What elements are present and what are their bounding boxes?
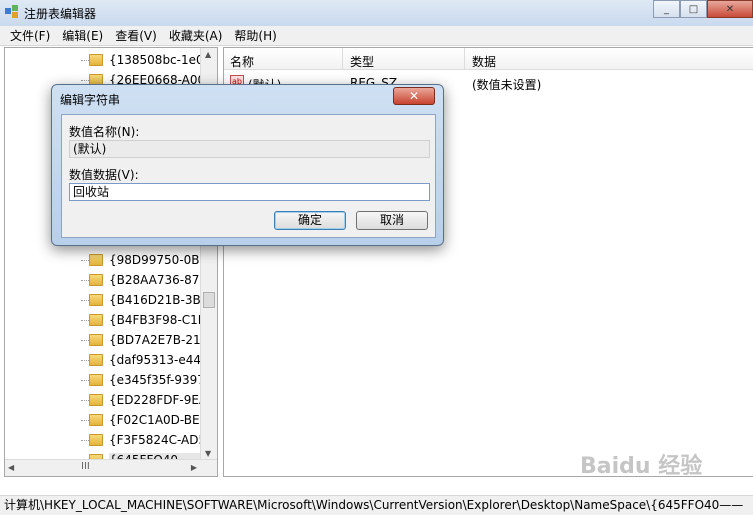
tree-item[interactable]: {B4FB3F98-C1EA — [5, 310, 214, 330]
status-bar-path: 计算机\HKEY_LOCAL_MACHINE\SOFTWARE\Microsof… — [0, 495, 753, 515]
menu-file[interactable]: 文件(F) — [4, 27, 56, 44]
folder-icon — [89, 314, 103, 326]
tree-item-label: {F02C1A0D-BE21 — [109, 413, 215, 427]
ok-button[interactable]: 确定 — [274, 211, 346, 230]
folder-icon — [89, 414, 103, 426]
column-type-header[interactable]: 类型 — [350, 53, 374, 70]
minimize-button[interactable]: _ — [653, 0, 680, 18]
tree-item[interactable]: {B28AA736-876E — [5, 270, 215, 290]
window-title: 注册表编辑器 — [24, 7, 97, 21]
scroll-right-arrow-icon[interactable]: ▶ — [191, 463, 197, 472]
column-name-header[interactable]: 名称 — [230, 53, 254, 70]
menu-favorites[interactable]: 收藏夹(A) — [163, 27, 229, 44]
tree-connector-line — [81, 399, 89, 401]
tree-item[interactable]: {daf95313-e44d- — [5, 350, 213, 370]
tree-item-label: {e345f35f-9397- — [109, 373, 210, 387]
tree-connector-line — [81, 439, 89, 441]
cancel-button[interactable]: 取消 — [356, 211, 428, 230]
tree-item[interactable]: {BD7A2E7B-21CI — [5, 330, 213, 350]
menu-bar: 文件(F) 编辑(E) 查看(V) 收藏夹(A) 帮助(H) — [0, 26, 753, 46]
tree-connector-line — [81, 359, 89, 361]
dialog-close-button[interactable]: ✕ — [393, 87, 435, 105]
tree-item-label: {B28AA736-876E — [109, 273, 215, 287]
tree-item[interactable]: {B416D21B-3B22 — [5, 290, 216, 310]
hscroll-thumb-grip[interactable]: III — [81, 461, 90, 472]
tree-item-label: {ED228FDF-9EA8 — [109, 393, 215, 407]
folder-icon — [89, 354, 103, 366]
dialog-title: 编辑字符串 — [60, 93, 121, 107]
value-name-field: (默认) — [69, 140, 430, 158]
tree-connector-line — [81, 79, 89, 81]
tree-connector-line — [81, 379, 89, 381]
tree-horizontal-scrollbar[interactable]: ◀ III ▶ — [5, 459, 217, 476]
value-name-label: 数值名称(N): — [69, 125, 140, 139]
tree-item[interactable]: {98D99750-0B8A — [5, 250, 215, 270]
row-data: (数值未设置) — [472, 78, 542, 92]
menu-view[interactable]: 查看(V) — [109, 27, 163, 44]
tree-item[interactable]: {e345f35f-9397- — [5, 370, 209, 390]
tree-connector-line — [81, 339, 89, 341]
value-data-label: 数值数据(V): — [69, 168, 139, 182]
tree-item[interactable]: {138508bc-1e03 — [5, 50, 211, 70]
folder-icon — [89, 294, 103, 306]
tree-connector-line — [81, 259, 89, 261]
folder-icon — [89, 434, 103, 446]
tree-item-label: {F3F5824C-AD58 — [109, 433, 214, 447]
folder-icon — [89, 394, 103, 406]
menu-edit[interactable]: 编辑(E) — [56, 27, 109, 44]
maximize-button[interactable]: □ — [680, 0, 707, 18]
close-button[interactable]: ✕ — [707, 0, 753, 18]
tree-connector-line — [81, 419, 89, 421]
title-bar: 注册表编辑器 _ □ ✕ — [0, 0, 753, 26]
scroll-down-arrow-icon[interactable]: ▼ — [205, 449, 211, 458]
scroll-up-arrow-icon[interactable]: ▲ — [205, 50, 211, 59]
tree-item-label: {BD7A2E7B-21CI — [109, 333, 213, 347]
tree-item[interactable]: {F3F5824C-AD58 — [5, 430, 214, 450]
regedit-icon — [5, 5, 18, 18]
folder-icon — [89, 254, 103, 266]
value-data-input[interactable]: 回收站 — [69, 183, 430, 201]
scroll-left-arrow-icon[interactable]: ◀ — [8, 463, 14, 472]
folder-icon — [89, 374, 103, 386]
tree-item-label: {138508bc-1e03 — [109, 53, 212, 67]
tree-connector-line — [81, 299, 89, 301]
tree-item-label: {daf95313-e44d- — [109, 353, 213, 367]
tree-item[interactable]: {F02C1A0D-BE21 — [5, 410, 215, 430]
tree-item[interactable]: {ED228FDF-9EA8 — [5, 390, 215, 410]
tree-connector-line — [81, 279, 89, 281]
tree-scroll-thumb[interactable] — [203, 292, 215, 308]
tree-connector-line — [81, 319, 89, 321]
folder-icon — [89, 274, 103, 286]
folder-icon — [89, 54, 103, 66]
watermark: Baidu 经验 — [580, 454, 703, 479]
tree-item-label: {B4FB3F98-C1EA — [109, 313, 214, 327]
menu-help[interactable]: 帮助(H) — [228, 27, 282, 44]
dialog-body: 数值名称(N): (默认) 数值数据(V): 回收站 确定 取消 — [61, 114, 436, 238]
tree-connector-line — [81, 59, 89, 61]
column-data-header[interactable]: 数据 — [472, 53, 496, 70]
list-header: 名称 类型 数据 — [224, 48, 753, 70]
folder-icon — [89, 334, 103, 346]
edit-string-dialog: 编辑字符串 ✕ 数值名称(N): (默认) 数值数据(V): 回收站 确定 取消 — [51, 84, 444, 246]
